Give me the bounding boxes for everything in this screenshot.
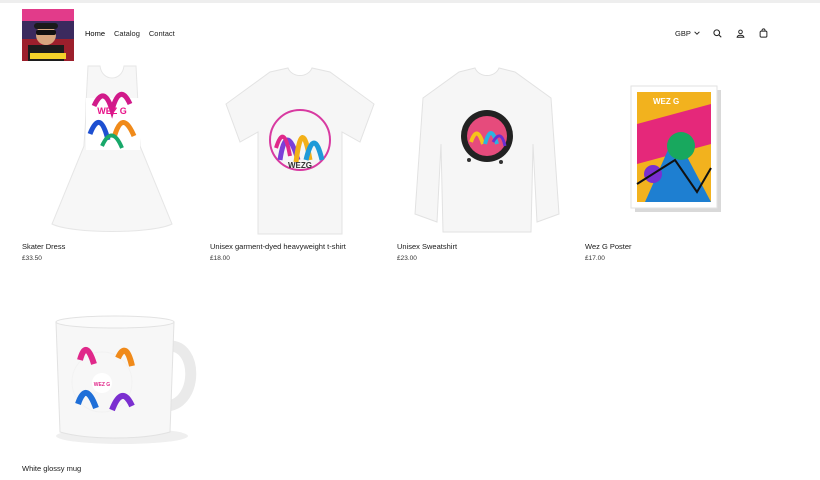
product-card[interactable]: Unisex Sweatshirt £23.00 — [397, 64, 577, 262]
design-print: WEZ G — [94, 382, 110, 388]
logo-image — [22, 9, 74, 61]
design-print: WEZG — [288, 161, 312, 170]
chevron-down-icon — [694, 31, 700, 35]
main-nav: Home Catalog Contact — [85, 29, 175, 38]
product-card[interactable]: WEZ G Skater Dress £33.50 — [22, 64, 202, 262]
currency-label: GBP — [675, 28, 691, 38]
product-card[interactable]: WEZG Unisex garment-dyed heavyweight t-s… — [210, 64, 390, 262]
product-price: £17.00 — [585, 255, 605, 262]
bag-icon[interactable] — [759, 28, 769, 38]
product-image[interactable]: WEZ G — [585, 64, 765, 242]
search-icon[interactable] — [713, 28, 723, 38]
product-card[interactable]: WEZ G Wez G Poster £17.00 — [585, 64, 765, 262]
product-price: £18.00 — [210, 255, 230, 262]
header-tools: GBP — [675, 28, 769, 38]
product-title[interactable]: Unisex Sweatshirt — [397, 242, 577, 251]
store-logo[interactable] — [22, 9, 74, 61]
currency-selector[interactable]: GBP — [675, 29, 700, 38]
product-title[interactable]: White glossy mug — [22, 464, 202, 473]
product-image[interactable]: WEZ G — [22, 286, 202, 464]
product-price: £23.00 — [397, 255, 417, 262]
product-price: £33.50 — [22, 255, 42, 262]
design-print: WEZ G — [97, 106, 127, 116]
product-image[interactable] — [397, 64, 577, 242]
nav-home-link[interactable]: Home — [85, 29, 105, 38]
product-title[interactable]: Wez G Poster — [585, 242, 765, 251]
product-image[interactable]: WEZ G — [22, 64, 202, 242]
design-print: WEZ G — [653, 97, 679, 106]
product-image[interactable]: WEZG — [210, 64, 390, 242]
top-border — [0, 0, 820, 3]
product-card[interactable]: WEZ G White glossy mug — [22, 286, 202, 477]
account-icon[interactable] — [736, 28, 746, 38]
nav-catalog-link[interactable]: Catalog — [114, 29, 140, 38]
nav-contact-link[interactable]: Contact — [149, 29, 175, 38]
product-title[interactable]: Unisex garment-dyed heavyweight t-shirt — [210, 242, 390, 251]
product-title[interactable]: Skater Dress — [22, 242, 202, 251]
